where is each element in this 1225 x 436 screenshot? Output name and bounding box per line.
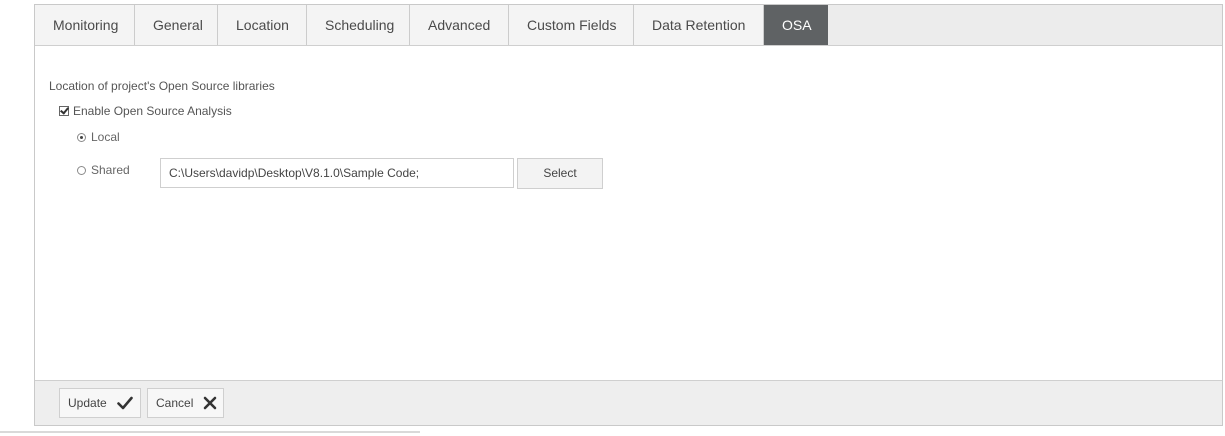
tab-advanced[interactable]: Advanced (410, 5, 509, 45)
tab-custom-fields[interactable]: Custom Fields (509, 5, 634, 45)
osa-settings-content: Location of project's Open Source librar… (35, 46, 1222, 381)
divider (0, 431, 420, 433)
local-radio-label: Local (91, 130, 120, 144)
shared-radio-label: Shared (91, 163, 130, 177)
update-button-label: Update (68, 396, 107, 410)
enable-osa-row[interactable]: Enable Open Source Analysis (59, 104, 232, 118)
cancel-button-label: Cancel (156, 396, 194, 410)
update-button[interactable]: Update (59, 388, 141, 418)
local-radio[interactable] (77, 132, 86, 142)
tab-bar: Monitoring General Location Scheduling A… (35, 5, 1222, 46)
cancel-button[interactable]: Cancel (147, 388, 224, 418)
tab-general[interactable]: General (135, 5, 218, 45)
local-radio-row[interactable]: Local (77, 130, 120, 144)
shared-path-input[interactable] (160, 158, 514, 188)
shared-radio-row[interactable]: Shared (77, 163, 130, 177)
enable-osa-checkbox[interactable] (59, 106, 69, 116)
tab-monitoring[interactable]: Monitoring (35, 5, 135, 45)
tab-data-retention[interactable]: Data Retention (634, 5, 764, 45)
tab-scheduling[interactable]: Scheduling (307, 5, 410, 45)
shared-radio[interactable] (77, 165, 86, 175)
enable-osa-label: Enable Open Source Analysis (73, 104, 232, 118)
section-label: Location of project's Open Source librar… (49, 79, 275, 93)
close-icon (203, 396, 217, 410)
tab-osa[interactable]: OSA (764, 5, 828, 45)
project-settings-panel: Monitoring General Location Scheduling A… (34, 4, 1223, 426)
checkmark-icon (116, 396, 133, 410)
select-button[interactable]: Select (517, 158, 603, 189)
footer-actions: Update Cancel (35, 380, 1222, 425)
tab-location[interactable]: Location (218, 5, 307, 45)
